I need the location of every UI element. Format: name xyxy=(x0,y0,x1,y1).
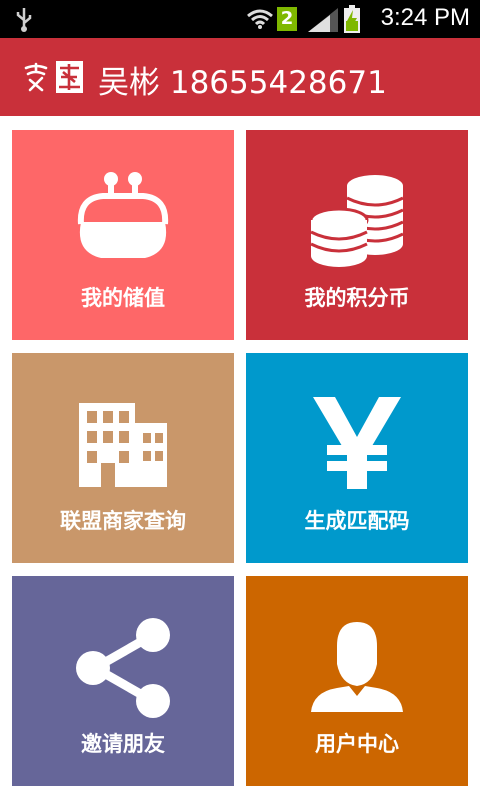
user-name-phone: 吴彬 18655428671 xyxy=(98,65,387,101)
share-icon xyxy=(76,618,170,718)
status-bar: 2 3:24 PM xyxy=(0,0,480,38)
usb-icon xyxy=(16,8,32,32)
tile-alliance-merchant-search[interactable]: 联盟商家查询 xyxy=(12,353,234,563)
tile-label: 我的储值 xyxy=(81,286,165,310)
coins-icon xyxy=(309,175,404,267)
status-time: 3:24 PM xyxy=(380,4,470,31)
user-icon xyxy=(311,622,403,712)
yen-icon xyxy=(313,397,401,489)
tile-generate-match-code[interactable]: 生成匹配码 xyxy=(246,353,468,563)
app-header: 吴彬 18655428671 xyxy=(0,38,480,116)
signal-icon xyxy=(308,8,338,32)
tile-label: 生成匹配码 xyxy=(304,509,410,533)
tile-label: 邀请朋友 xyxy=(81,732,165,756)
wifi-icon xyxy=(247,9,273,29)
tile-label: 我的积分币 xyxy=(304,286,410,310)
tile-my-stored-value[interactable]: 我的储值 xyxy=(12,130,234,340)
purse-icon xyxy=(77,172,169,258)
tile-my-points-coins[interactable]: 我的积分币 xyxy=(246,130,468,340)
tile-user-center[interactable]: 用户中心 xyxy=(246,576,468,786)
tile-label: 用户中心 xyxy=(315,732,399,756)
battery-charging-icon xyxy=(344,5,360,33)
tile-invite-friends[interactable]: 邀请朋友 xyxy=(12,576,234,786)
building-icon xyxy=(79,403,167,487)
brand-logo xyxy=(22,60,84,94)
notification-badge: 2 xyxy=(277,7,297,31)
tile-label: 联盟商家查询 xyxy=(60,509,186,533)
